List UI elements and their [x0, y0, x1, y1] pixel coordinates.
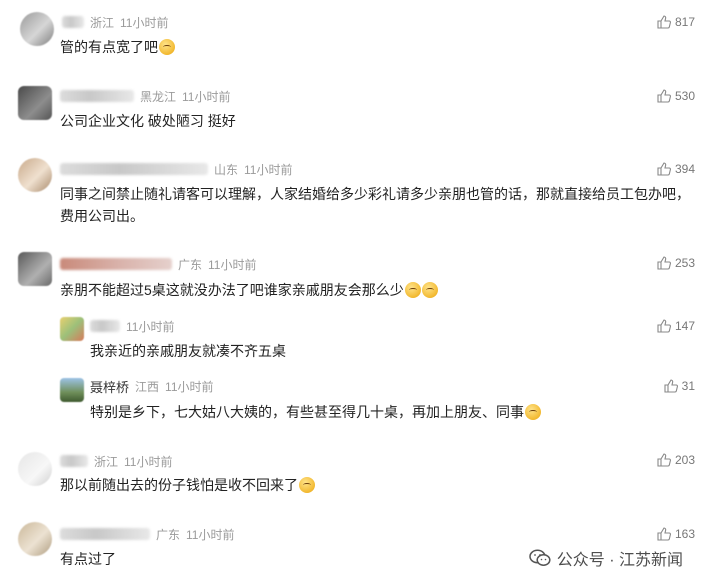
worried-emoji-icon: [421, 282, 438, 298]
avatar[interactable]: [18, 252, 52, 286]
thumbs-up-icon: [657, 527, 671, 541]
comment-text: 公司企业文化 破处陋习 挺好: [60, 113, 236, 129]
thinking-emoji-icon: [299, 477, 315, 493]
location: 浙江: [90, 15, 115, 30]
like-button[interactable]: 530: [657, 89, 695, 103]
comment-text: 那以前随出去的份子钱怕是收不回来了: [60, 474, 315, 496]
avatar[interactable]: [18, 452, 52, 486]
tear-laugh-emoji-icon: [159, 39, 175, 55]
avatar[interactable]: [20, 12, 54, 46]
reply-meta: 11小时前: [90, 318, 174, 334]
wechat-account-watermark: 公众号 · 江苏新闻: [529, 546, 683, 570]
thumbs-up-icon: [657, 256, 671, 270]
avatar[interactable]: [18, 522, 52, 556]
footer-text: 公众号 · 江苏新闻: [556, 552, 683, 569]
like-button[interactable]: 817: [657, 15, 695, 29]
comment-text: 有点过了: [60, 551, 116, 567]
username-blurred[interactable]: [60, 258, 172, 270]
wechat-icon: [529, 549, 551, 566]
thumbs-up-icon: [664, 379, 678, 393]
thumbs-up-icon: [657, 89, 671, 103]
thumbs-up-icon: [657, 162, 671, 176]
username-blurred[interactable]: [60, 163, 208, 175]
timestamp: 11小时前: [120, 15, 169, 30]
username-blurred[interactable]: [90, 320, 120, 332]
reply-text: 我亲近的亲戚朋友就凑不齐五桌: [90, 343, 286, 359]
comment-meta: 山东 11小时前: [60, 161, 292, 177]
thumbs-up-icon: [657, 319, 671, 333]
avatar[interactable]: [18, 86, 52, 120]
comment-text: 管的有点宽了吧: [60, 36, 175, 58]
reply-avatar[interactable]: [60, 378, 84, 402]
like-button[interactable]: 253: [657, 256, 695, 270]
thumbs-up-icon: [657, 453, 671, 467]
comment-meta: 浙江 11小时前: [62, 14, 168, 30]
comment-meta: 广东 11小时前: [60, 256, 256, 272]
comment-meta: 广东 11小时前: [60, 526, 234, 542]
comment-meta: 浙江 11小时前: [60, 453, 172, 469]
worried-emoji-icon: [404, 282, 421, 298]
thumbs-up-icon: [657, 15, 671, 29]
comment-text: 同事之间禁止随礼请客可以理解，人家结婚给多少彩礼请多少亲朋也管的话，那就直接给员…: [60, 186, 690, 224]
reply-text: 特别是乡下，七大姑八大姨的，有些甚至得几十桌，再加上朋友、同事: [90, 401, 541, 423]
like-button[interactable]: 147: [657, 319, 695, 333]
reply-meta: 聂梓桥 江西 11小时前: [90, 377, 214, 396]
like-button[interactable]: 31: [664, 379, 695, 393]
username-blurred[interactable]: [62, 16, 84, 28]
like-button[interactable]: 394: [657, 162, 695, 176]
like-button[interactable]: 163: [657, 527, 695, 541]
username[interactable]: 聂梓桥: [90, 377, 129, 396]
comment-text: 亲朋不能超过5桌这就没办法了吧谁家亲戚朋友会那么少: [60, 279, 438, 301]
avatar[interactable]: [18, 158, 52, 192]
tear-laugh-emoji-icon: [525, 404, 541, 420]
username-blurred[interactable]: [60, 90, 134, 102]
username-blurred[interactable]: [60, 528, 150, 540]
username-blurred[interactable]: [60, 455, 88, 467]
like-button[interactable]: 203: [657, 453, 695, 467]
comment-meta: 黑龙江 11小时前: [60, 88, 230, 104]
reply-avatar[interactable]: [60, 317, 84, 341]
